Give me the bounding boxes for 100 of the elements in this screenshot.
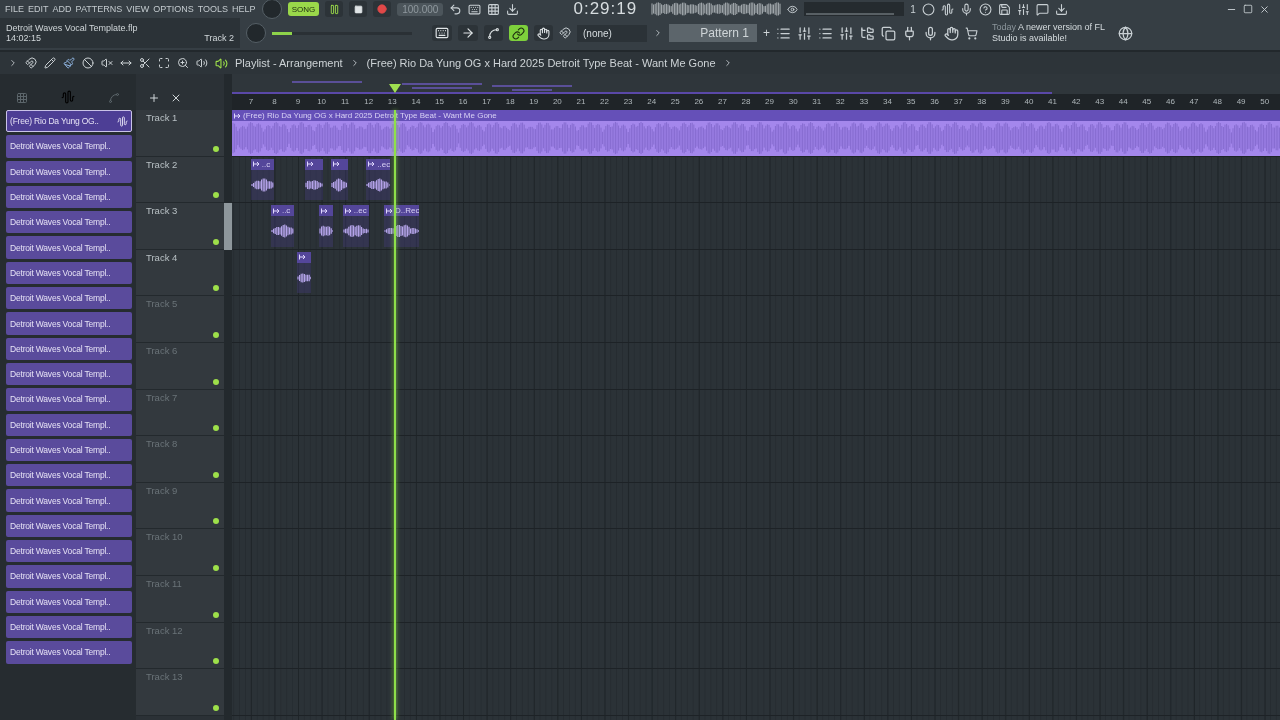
clip-source-item[interactable]: Detroit Waves Vocal Templ.. xyxy=(6,287,132,310)
clip-source-item[interactable]: Detroit Waves Vocal Templ.. xyxy=(6,540,132,563)
clip-source-item[interactable]: Detroit Waves Vocal Templ.. xyxy=(6,362,132,386)
pencil-icon[interactable] xyxy=(44,57,56,69)
track-enable-dot[interactable] xyxy=(213,145,219,152)
audio-clip[interactable] xyxy=(319,205,334,247)
keyboard-icon[interactable] xyxy=(468,2,482,16)
track-enable-dot[interactable] xyxy=(213,658,219,665)
audio-clip[interactable]: ..c xyxy=(270,205,295,247)
track-header[interactable]: Track 1 xyxy=(136,110,224,157)
menu-item[interactable]: VIEW xyxy=(126,4,150,14)
audio-clip[interactable] xyxy=(331,158,348,201)
audio-clip[interactable] xyxy=(305,158,323,201)
sliders-icon[interactable] xyxy=(839,25,854,41)
clip-source-item[interactable]: Detroit Waves Vocal Templ.. xyxy=(6,565,132,588)
clip-source-item[interactable]: Detroit Waves Vocal Templ.. xyxy=(6,413,132,436)
scissors-icon[interactable] xyxy=(139,57,151,69)
save-icon[interactable] xyxy=(997,2,1011,16)
clip-source-item[interactable]: Detroit Waves Vocal Templ.. xyxy=(6,590,132,613)
song-mode-button[interactable]: SONG xyxy=(287,2,320,16)
menu-item[interactable]: TOOLS xyxy=(197,4,229,14)
audio-clip[interactable]: D..Rec xyxy=(384,205,420,247)
select-icon[interactable] xyxy=(158,57,170,69)
track-header[interactable]: Track 3 xyxy=(136,203,224,250)
audio-clip[interactable]: ..ec xyxy=(342,205,369,247)
clip-source-item[interactable]: Detroit Waves Vocal Templ.. xyxy=(6,261,132,285)
track-enable-dot[interactable] xyxy=(213,192,219,199)
clip-source-item[interactable]: Detroit Waves Vocal Templ.. xyxy=(6,160,132,183)
track-header[interactable]: Track 2 xyxy=(136,156,224,204)
clip-source-item[interactable]: Detroit Waves Vocal Templ.. xyxy=(6,489,132,512)
chevron-icon[interactable] xyxy=(653,28,663,38)
clip-source-item[interactable]: Detroit Waves Vocal Templ.. xyxy=(6,438,132,462)
clip-source-item[interactable]: Detroit Waves Vocal Templ.. xyxy=(6,641,132,664)
clip-source-item[interactable]: Detroit Waves Vocal Templ.. xyxy=(6,185,132,209)
scrollbar-thumb[interactable] xyxy=(224,203,232,250)
clip-source-item[interactable]: Detroit Waves Vocal Templ.. xyxy=(6,312,132,335)
help-icon[interactable] xyxy=(978,2,992,16)
channel-rack-icon[interactable] xyxy=(818,25,833,41)
snap-dropdown[interactable]: (none) xyxy=(577,24,647,42)
zoom-icon[interactable] xyxy=(177,57,189,69)
add-pattern-button[interactable]: + xyxy=(763,26,770,40)
microphone-icon[interactable] xyxy=(959,2,973,16)
menu-item[interactable]: OPTIONS xyxy=(153,4,194,14)
download-icon[interactable] xyxy=(1054,2,1068,16)
clip-source-item[interactable]: Detroit Waves Vocal Templ.. xyxy=(6,388,132,411)
pause-icon[interactable] xyxy=(328,3,340,15)
menu-item[interactable]: FILE xyxy=(5,4,24,14)
track-enable-dot[interactable] xyxy=(213,238,219,245)
track-enable-dot[interactable] xyxy=(213,518,219,525)
menu-item[interactable]: PATTERNS xyxy=(75,4,123,14)
paintbrush-icon[interactable] xyxy=(63,57,75,69)
copy-icon[interactable] xyxy=(881,25,896,41)
menu-item[interactable]: HELP xyxy=(232,4,256,14)
news-message[interactable]: Today A newer version of FL Studio is available! xyxy=(992,22,1112,44)
playhead-marker[interactable] xyxy=(389,84,401,93)
eye-icon[interactable] xyxy=(787,3,799,15)
browser-icon[interactable] xyxy=(860,25,875,41)
circle-icon[interactable] xyxy=(921,2,935,16)
audio-clip[interactable]: ..c xyxy=(250,158,275,201)
audio-clip[interactable] xyxy=(296,251,311,294)
clip-source-item[interactable]: Detroit Waves Vocal Templ.. xyxy=(6,337,132,360)
clip-source-item[interactable]: (Free) Rio Da Yung OG.. xyxy=(6,110,132,133)
clip-source-item[interactable]: Detroit Waves Vocal Templ.. xyxy=(6,236,132,259)
pause-button[interactable] xyxy=(325,1,344,17)
undo-icon[interactable] xyxy=(449,2,463,16)
stop-button[interactable] xyxy=(349,1,368,17)
playlist-icon[interactable] xyxy=(776,25,791,41)
close-icon[interactable] xyxy=(1259,3,1270,15)
microphone-icon[interactable] xyxy=(923,25,938,41)
close-icon[interactable] xyxy=(170,92,182,104)
mixer-icon[interactable] xyxy=(797,25,812,41)
globe-icon[interactable] xyxy=(1118,25,1133,41)
delete-icon[interactable] xyxy=(82,57,94,69)
plug-icon[interactable] xyxy=(902,25,917,41)
record-button[interactable] xyxy=(373,1,392,17)
download-icon[interactable] xyxy=(506,2,520,16)
track-header[interactable]: Track 4 xyxy=(136,249,224,297)
track-enable-dot[interactable] xyxy=(213,704,219,711)
record-icon[interactable] xyxy=(377,4,388,14)
speaker-icon[interactable] xyxy=(196,57,208,69)
hand-icon[interactable] xyxy=(944,25,959,41)
clip-source-item[interactable]: Detroit Waves Vocal Templ.. xyxy=(6,211,132,234)
pattern-selector[interactable]: Pattern 1 xyxy=(669,24,757,42)
clip-source-item[interactable]: Detroit Waves Vocal Templ.. xyxy=(6,615,132,639)
mixer-icon[interactable] xyxy=(1016,2,1030,16)
track-enable-dot[interactable] xyxy=(213,425,219,432)
audio-clip[interactable]: ..ec xyxy=(366,158,390,201)
menu-item[interactable]: ADD xyxy=(52,4,72,14)
maximize-icon[interactable] xyxy=(1243,4,1253,14)
menu-item[interactable]: EDIT xyxy=(28,4,49,14)
mute-icon[interactable] xyxy=(101,57,113,69)
track-enable-dot[interactable] xyxy=(213,471,219,478)
track-enable-dot[interactable] xyxy=(213,564,219,571)
chevron-icon[interactable] xyxy=(8,58,18,68)
clip-source-item[interactable]: Detroit Waves Vocal Templ.. xyxy=(6,514,132,538)
magnet-icon[interactable] xyxy=(25,57,37,69)
track-enable-dot[interactable] xyxy=(213,331,219,338)
track-enable-dot[interactable] xyxy=(213,611,219,618)
stop-icon[interactable] xyxy=(353,4,363,14)
clip-source-item[interactable]: Detroit Waves Vocal Templ.. xyxy=(6,135,132,158)
